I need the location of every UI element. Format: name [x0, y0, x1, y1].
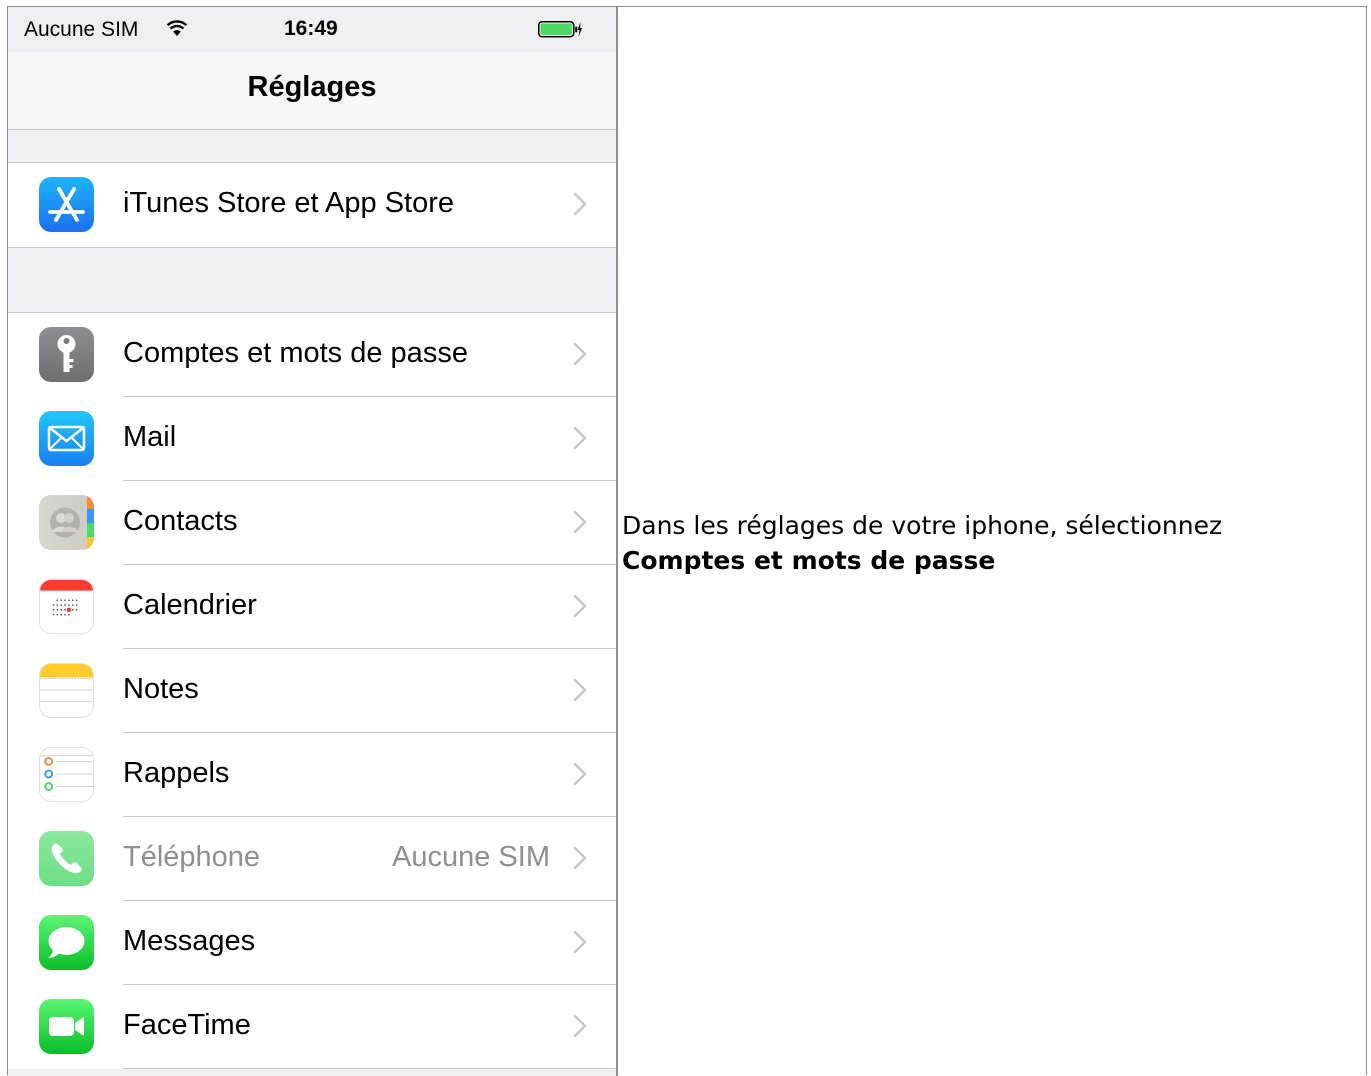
settings-row-accounts-passwords[interactable]: Comptes et mots de passe — [8, 313, 616, 397]
battery-charging-icon — [538, 21, 582, 38]
iphone-screenshot: Aucune SIM 16:49 Réglages iTunes Store e… — [8, 7, 618, 1076]
settings-group-store: iTunes Store et App Store — [8, 162, 616, 248]
settings-row-label: Messages — [123, 925, 256, 957]
chevron-right-icon — [573, 1014, 587, 1038]
instruction-text: Dans les réglages de votre iphone, sélec… — [622, 508, 1222, 578]
settings-row-value: Aucune SIM — [392, 841, 550, 873]
chevron-right-icon — [573, 594, 587, 618]
settings-row-mail[interactable]: Mail — [8, 397, 616, 481]
settings-row-notes[interactable]: Notes — [8, 649, 616, 733]
settings-row-facetime[interactable]: FaceTime — [8, 985, 616, 1069]
settings-row-label: Contacts — [123, 505, 238, 537]
chevron-right-icon — [573, 762, 587, 786]
settings-row-label: Téléphone — [123, 841, 261, 873]
phone-icon — [39, 831, 94, 886]
navigation-bar: Réglages — [8, 52, 616, 130]
settings-row-messages[interactable]: Messages — [8, 901, 616, 985]
settings-row-label: FaceTime — [123, 1009, 251, 1041]
chevron-right-icon — [573, 930, 587, 954]
row-separator — [123, 1068, 616, 1069]
settings-row-contacts[interactable]: Contacts — [8, 481, 616, 565]
settings-row-label: Notes — [123, 673, 199, 705]
settings-group-accounts: Comptes et mots de passe Mail Contacts C… — [8, 312, 616, 1069]
chevron-right-icon — [573, 678, 587, 702]
settings-row-label: iTunes Store et App Store — [123, 187, 455, 219]
calendar-icon — [39, 579, 94, 634]
carrier-label: Aucune SIM — [24, 18, 139, 41]
key-icon — [39, 327, 94, 382]
page-title: Réglages — [247, 71, 377, 103]
instruction-cell: Dans les réglages de votre iphone, sélec… — [618, 7, 1366, 1076]
app-store-icon — [39, 177, 94, 232]
table-frame: Aucune SIM 16:49 Réglages iTunes Store e… — [7, 6, 1367, 1076]
instruction-sentence: Dans les réglages de votre iphone, sélec… — [622, 511, 1223, 540]
settings-row-label: Comptes et mots de passe — [123, 337, 468, 369]
chevron-right-icon — [573, 846, 587, 870]
reminders-icon — [39, 747, 94, 802]
mail-icon — [39, 411, 94, 466]
notes-icon — [39, 663, 94, 718]
clock: 16:49 — [284, 17, 338, 40]
messages-icon — [39, 915, 94, 970]
chevron-right-icon — [573, 342, 587, 366]
chevron-right-icon — [573, 426, 587, 450]
facetime-icon — [39, 999, 94, 1054]
settings-row-label: Calendrier — [123, 589, 257, 621]
settings-row-phone[interactable]: Téléphone Aucune SIM — [8, 817, 616, 901]
settings-row-label: Mail — [123, 421, 177, 453]
contacts-icon — [39, 495, 94, 550]
settings-row-reminders[interactable]: Rappels — [8, 733, 616, 817]
settings-row-itunes-app-store[interactable]: iTunes Store et App Store — [8, 163, 616, 247]
settings-row-label: Rappels — [123, 757, 230, 789]
wifi-icon — [166, 20, 188, 36]
chevron-right-icon — [573, 510, 587, 534]
instruction-highlight: Comptes et mots de passe — [622, 546, 996, 575]
status-bar: Aucune SIM 16:49 — [8, 7, 616, 52]
chevron-right-icon — [573, 192, 587, 216]
settings-row-calendar[interactable]: Calendrier — [8, 565, 616, 649]
